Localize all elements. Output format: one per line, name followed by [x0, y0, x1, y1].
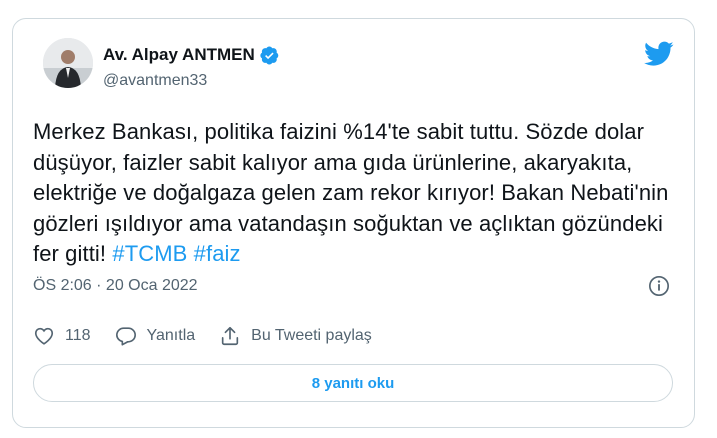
avatar[interactable]: [43, 38, 93, 88]
info-icon[interactable]: [648, 275, 670, 297]
like-button[interactable]: 118: [33, 325, 91, 347]
like-count: 118: [65, 327, 91, 344]
reply-button[interactable]: Yanıtla: [115, 325, 196, 347]
author-name[interactable]: Av. Alpay ANTMEN: [103, 45, 255, 65]
share-button[interactable]: Bu Tweeti paylaş: [219, 325, 372, 347]
read-replies-button[interactable]: 8 yanıtı oku: [33, 364, 673, 402]
author-name-row[interactable]: Av. Alpay ANTMEN: [103, 45, 279, 65]
share-icon: [221, 326, 239, 346]
heart-icon: [34, 327, 54, 345]
reply-bubble-icon: [115, 327, 136, 346]
hashtag-tcmb[interactable]: #TCMB: [112, 241, 187, 266]
share-label: Bu Tweeti paylaş: [251, 327, 372, 344]
tweet-card: Av. Alpay ANTMEN @avantmen33 Merkez Bank…: [12, 18, 695, 428]
author-handle[interactable]: @avantmen33: [103, 72, 207, 90]
verified-badge-icon: [260, 46, 279, 64]
avatar-image: [43, 38, 93, 88]
hashtag-faiz[interactable]: #faiz: [194, 241, 241, 266]
reply-label: Yanıtla: [146, 327, 196, 344]
twitter-bird-icon[interactable]: [644, 41, 674, 67]
tweet-text: Merkez Bankası, politika faizini %14'te …: [33, 117, 683, 270]
tweet-timestamp[interactable]: ÖS 2:06 · 20 Oca 2022: [33, 277, 198, 295]
tweet-actions: 118 Yanıtla Bu Tweeti paylaş: [33, 325, 396, 347]
